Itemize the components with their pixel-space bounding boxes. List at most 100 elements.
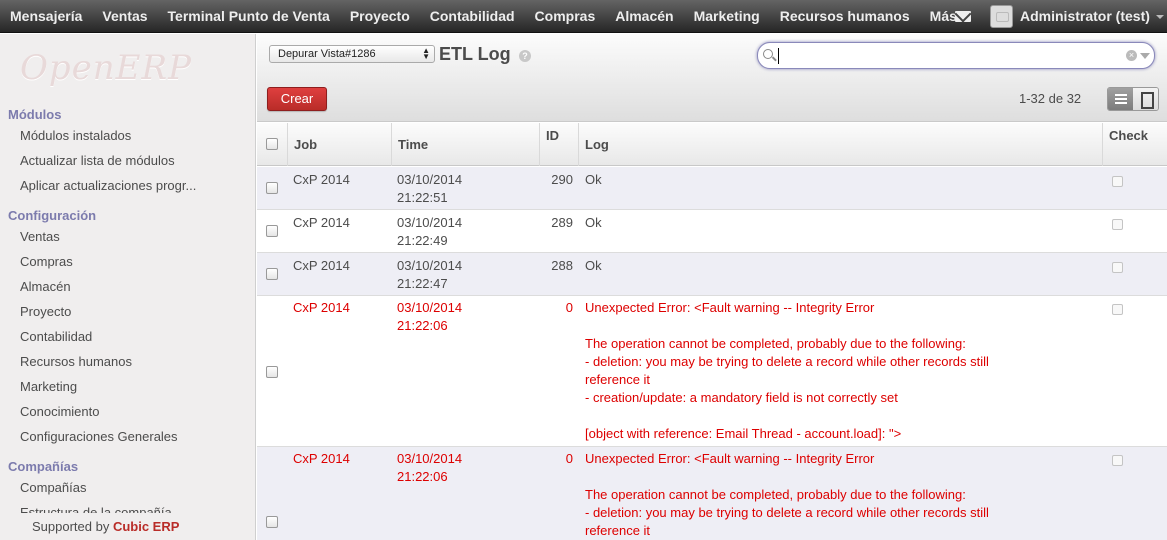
view-switcher xyxy=(1107,87,1159,111)
sidebar-item-proyecto[interactable]: Proyecto xyxy=(20,304,71,319)
column-header-id[interactable]: ID xyxy=(546,128,559,143)
list-view-button[interactable] xyxy=(1108,88,1133,110)
logo[interactable]: OpenERP xyxy=(20,48,192,88)
sidebar-item-recursos-humanos[interactable]: Recursos humanos xyxy=(20,354,132,369)
create-button[interactable]: Crear xyxy=(267,87,327,111)
menu-terminal-pos[interactable]: Terminal Punto de Venta xyxy=(158,0,340,33)
row-select-checkbox[interactable] xyxy=(266,225,278,237)
cell-id: 0 xyxy=(565,300,573,315)
search-input[interactable]: × xyxy=(757,42,1155,69)
cell-time-clock: 21:22:51 xyxy=(397,190,448,205)
row-select-checkbox[interactable] xyxy=(266,182,278,194)
menu-more[interactable]: Más xyxy=(920,0,981,33)
menu-proyecto[interactable]: Proyecto xyxy=(340,0,420,33)
search-icon xyxy=(763,49,773,59)
row-check-checkbox[interactable] xyxy=(1112,219,1123,230)
cell-time-clock: 21:22:47 xyxy=(397,276,448,291)
menu-compras[interactable]: Compras xyxy=(525,0,606,33)
cell-time-date: 03/10/2014 xyxy=(397,215,463,230)
sidebar-section-modulos: Módulos xyxy=(8,107,62,122)
pager-value[interactable]: 1-32 de 32 xyxy=(1019,91,1081,106)
sidebar-item-almacen[interactable]: Almacén xyxy=(20,279,71,294)
column-divider xyxy=(578,123,579,166)
cell-log: Ok xyxy=(585,172,602,187)
cell-time-date: 03/10/2014 xyxy=(397,300,463,315)
table-row[interactable]: CxP 2014 03/10/2014 21:22:47 288 Ok xyxy=(257,253,1167,296)
mail-icon[interactable] xyxy=(955,11,971,22)
debug-view-select-value: Depurar Vista#1286 xyxy=(278,48,376,60)
row-check-checkbox[interactable] xyxy=(1112,304,1123,315)
column-header-time[interactable]: Time xyxy=(398,137,428,152)
row-select-checkbox[interactable] xyxy=(266,268,278,280)
sidebar-item-actualizar-lista[interactable]: Actualizar lista de módulos xyxy=(20,153,175,168)
cell-log: Ok xyxy=(585,258,602,273)
supported-by-label: Supported by xyxy=(32,519,113,534)
cell-time-date: 03/10/2014 xyxy=(397,258,463,273)
cell-log: Ok xyxy=(585,215,602,230)
table-row[interactable]: CxP 2014 03/10/2014 21:22:06 0 Unexpecte… xyxy=(257,447,1167,540)
help-icon[interactable]: ? xyxy=(519,50,531,62)
form-view-button[interactable] xyxy=(1133,88,1158,110)
view-header: Depurar Vista#1286 ▲ ▼ ETL Log ? × Crear … xyxy=(257,34,1167,122)
table-row[interactable]: CxP 2014 03/10/2014 21:22:06 0 Unexpecte… xyxy=(257,296,1167,447)
sidebar-item-conocimiento[interactable]: Conocimiento xyxy=(20,404,100,419)
text-cursor xyxy=(778,48,779,64)
sidebar-section-companias: Compañías xyxy=(8,459,79,474)
column-divider xyxy=(287,123,288,166)
menu-recursos-humanos[interactable]: Recursos humanos xyxy=(770,0,920,33)
sidebar-section-configuracion: Configuración xyxy=(8,208,97,223)
select-arrows-icon: ▲ ▼ xyxy=(422,46,430,61)
sidebar-item-contabilidad[interactable]: Contabilidad xyxy=(20,329,92,344)
table-row[interactable]: CxP 2014 03/10/2014 21:22:51 290 Ok xyxy=(257,167,1167,210)
debug-view-select[interactable]: Depurar Vista#1286 ▲ ▼ xyxy=(269,45,435,63)
row-check-checkbox[interactable] xyxy=(1112,455,1123,466)
column-divider xyxy=(1102,123,1103,166)
menu-marketing[interactable]: Marketing xyxy=(684,0,770,33)
cell-log: Unexpected Error: <Fault warning -- Inte… xyxy=(585,451,989,538)
table-header: Job Time ID Log Check xyxy=(257,123,1167,166)
avatar[interactable] xyxy=(990,5,1013,28)
cell-id: 289 xyxy=(551,215,573,230)
column-header-check[interactable]: Check xyxy=(1109,128,1148,143)
cell-job: CxP 2014 xyxy=(293,451,350,466)
row-select-checkbox[interactable] xyxy=(266,516,278,528)
cell-time-clock: 21:22:06 xyxy=(397,469,448,484)
row-select-checkbox[interactable] xyxy=(266,366,278,378)
cell-id: 288 xyxy=(551,258,573,273)
menu-mensajeria[interactable]: Mensajería xyxy=(0,0,92,33)
sidebar-item-aplicar-actualizaciones[interactable]: Aplicar actualizaciones progr... xyxy=(20,178,196,193)
sidebar-item-modulos-instalados[interactable]: Módulos instalados xyxy=(20,128,131,143)
cell-time-date: 03/10/2014 xyxy=(397,451,463,466)
column-header-log[interactable]: Log xyxy=(585,137,609,152)
cell-job: CxP 2014 xyxy=(293,258,350,273)
cell-log: Unexpected Error: <Fault warning -- Inte… xyxy=(585,300,989,441)
supported-by-brand-link[interactable]: Cubic ERP xyxy=(113,519,179,534)
sidebar-item-companias[interactable]: Compañías xyxy=(20,480,86,495)
row-check-checkbox[interactable] xyxy=(1112,262,1123,273)
list-table: Job Time ID Log Check CxP 2014 03/10/201… xyxy=(257,123,1167,540)
menu-contabilidad[interactable]: Contabilidad xyxy=(420,0,525,33)
cell-id: 0 xyxy=(565,451,573,466)
cell-time-clock: 21:22:06 xyxy=(397,318,448,333)
select-all-checkbox[interactable] xyxy=(266,138,278,150)
sidebar-item-compras[interactable]: Compras xyxy=(20,254,73,269)
sidebar-item-ventas[interactable]: Ventas xyxy=(20,229,60,244)
sidebar-item-configuraciones-generales[interactable]: Configuraciones Generales xyxy=(20,429,178,444)
user-menu[interactable]: Administrator (test) xyxy=(1020,0,1164,33)
row-check-checkbox[interactable] xyxy=(1112,176,1123,187)
sidebar: OpenERP Módulos Módulos instalados Actua… xyxy=(0,34,256,540)
column-divider xyxy=(391,123,392,166)
column-header-job[interactable]: Job xyxy=(294,137,317,152)
table-row[interactable]: CxP 2014 03/10/2014 21:22:49 289 Ok xyxy=(257,210,1167,253)
clear-search-icon[interactable]: × xyxy=(1126,50,1137,61)
sidebar-item-marketing[interactable]: Marketing xyxy=(20,379,77,394)
cell-job: CxP 2014 xyxy=(293,215,350,230)
supported-by-footer: Supported by Cubic ERP xyxy=(0,513,255,540)
cell-job: CxP 2014 xyxy=(293,172,350,187)
menu-ventas[interactable]: Ventas xyxy=(92,0,157,33)
top-menu: Mensajería Ventas Terminal Punto de Vent… xyxy=(0,0,981,33)
list-icon-line xyxy=(1115,102,1127,104)
search-options-dropdown-icon[interactable] xyxy=(1140,53,1150,59)
menu-almacen[interactable]: Almacén xyxy=(605,0,683,33)
list-icon-line xyxy=(1115,94,1127,96)
